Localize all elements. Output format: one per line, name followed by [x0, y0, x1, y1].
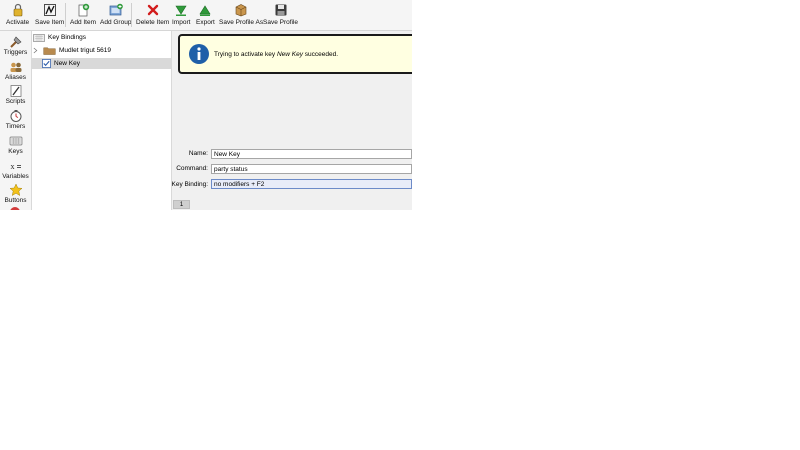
floppy-disk-icon	[275, 4, 287, 16]
nav-label-keys: Keys	[8, 148, 23, 155]
status-message-banner: Trying to activate key New Key succeeded…	[178, 34, 412, 74]
folder-icon	[43, 47, 56, 55]
tab-1[interactable]: 1	[173, 200, 190, 209]
nav-label-variables: Variables	[2, 173, 29, 180]
toolbar: Activate Save Item Add Item Add Group De…	[0, 0, 412, 31]
nav-label-aliases: Aliases	[5, 74, 26, 81]
import-button[interactable]: Import	[172, 3, 190, 28]
toolbar-separator	[65, 3, 66, 27]
aliases-icon	[10, 62, 21, 72]
nav-label-triggers: Triggers	[3, 49, 28, 56]
command-label: Command:	[176, 165, 208, 172]
activate-label: Activate	[6, 19, 30, 26]
delete-item-button[interactable]: Delete Item	[136, 3, 169, 28]
info-icon	[189, 44, 209, 64]
import-arrow-down-icon	[175, 5, 187, 16]
add-item-label: Add Item	[70, 19, 97, 26]
nav-item-variables[interactable]: x Variables	[0, 159, 31, 180]
nav-item-timers[interactable]: Timers	[0, 109, 31, 130]
add-group-label: Add Group	[100, 19, 132, 26]
key-binding-label: Key Binding:	[171, 181, 209, 188]
save-item-icon	[43, 4, 56, 16]
status-message: Trying to activate key New Key succeeded…	[214, 51, 338, 58]
keyboard-icon	[33, 33, 45, 42]
save-profile-as-label: Save Profile As	[219, 19, 264, 26]
checkbox-checked-icon[interactable]	[42, 59, 51, 68]
tree-item-row-selected[interactable]: New Key	[32, 58, 171, 69]
tree-root-label: Key Bindings	[48, 34, 86, 41]
save-profile-label: Save Profile	[263, 19, 299, 26]
tree-item-label: New Key	[54, 60, 81, 67]
status-message-suffix: succeeded.	[303, 51, 339, 58]
tree-folder-label: Mudlet trigut 5619	[59, 47, 112, 54]
save-item-button[interactable]: Save Item	[35, 3, 64, 28]
add-item-icon	[78, 3, 90, 17]
chevron-right-icon[interactable]	[33, 47, 38, 54]
nav-item-aliases[interactable]: Aliases	[0, 60, 31, 81]
export-button[interactable]: Export	[196, 3, 215, 28]
add-item-button[interactable]: Add Item	[70, 3, 96, 28]
timers-icon	[10, 110, 21, 122]
import-label: Import	[172, 19, 191, 26]
tree-root-row[interactable]: Key Bindings	[32, 32, 171, 43]
add-group-button[interactable]: Add Group	[100, 3, 131, 28]
svg-text:x: x	[10, 162, 14, 171]
save-item-label: Save Item	[35, 19, 65, 26]
key-binding-field[interactable]	[211, 179, 412, 189]
package-icon	[235, 4, 247, 17]
editor-window: Activate Save Item Add Item Add Group De…	[0, 0, 412, 210]
nav-item-buttons[interactable]: Buttons	[0, 183, 31, 204]
buttons-icon	[8, 183, 23, 197]
nav-item-keys[interactable]: Keys	[0, 134, 31, 155]
tree-folder-row[interactable]: Mudlet trigut 5619	[32, 45, 171, 56]
toolbar-separator	[131, 3, 132, 27]
keys-icon	[9, 136, 22, 146]
variables-icon: x	[10, 162, 21, 171]
name-label: Name:	[188, 150, 208, 157]
nav-label-timers: Timers	[5, 123, 26, 130]
delete-item-label: Delete Item	[136, 19, 170, 26]
status-message-prefix: Trying to activate key	[214, 51, 277, 58]
name-field[interactable]	[211, 149, 412, 159]
delete-icon	[147, 4, 158, 16]
nav-label-scripts: Scripts	[5, 98, 26, 105]
export-arrow-up-icon	[199, 5, 211, 16]
save-profile-button[interactable]: Save Profile	[263, 3, 298, 28]
activate-button[interactable]: Activate	[6, 3, 29, 28]
save-profile-as-button[interactable]: Save Profile As	[219, 3, 263, 28]
status-message-item: New Key	[276, 51, 303, 58]
nav-item-triggers[interactable]: Triggers	[0, 35, 31, 56]
more-nav-icon[interactable]	[10, 207, 20, 210]
nav-label-buttons: Buttons	[4, 197, 27, 204]
export-label: Export	[196, 19, 215, 26]
lock-icon	[13, 3, 22, 17]
triggers-icon	[9, 36, 21, 48]
add-group-icon	[109, 3, 123, 16]
editor-category-nav: Triggers Aliases Scripts Timers Keys x V…	[0, 31, 32, 210]
scripts-icon	[10, 85, 21, 97]
command-field[interactable]	[211, 164, 412, 174]
nav-item-scripts[interactable]: Scripts	[0, 84, 31, 105]
